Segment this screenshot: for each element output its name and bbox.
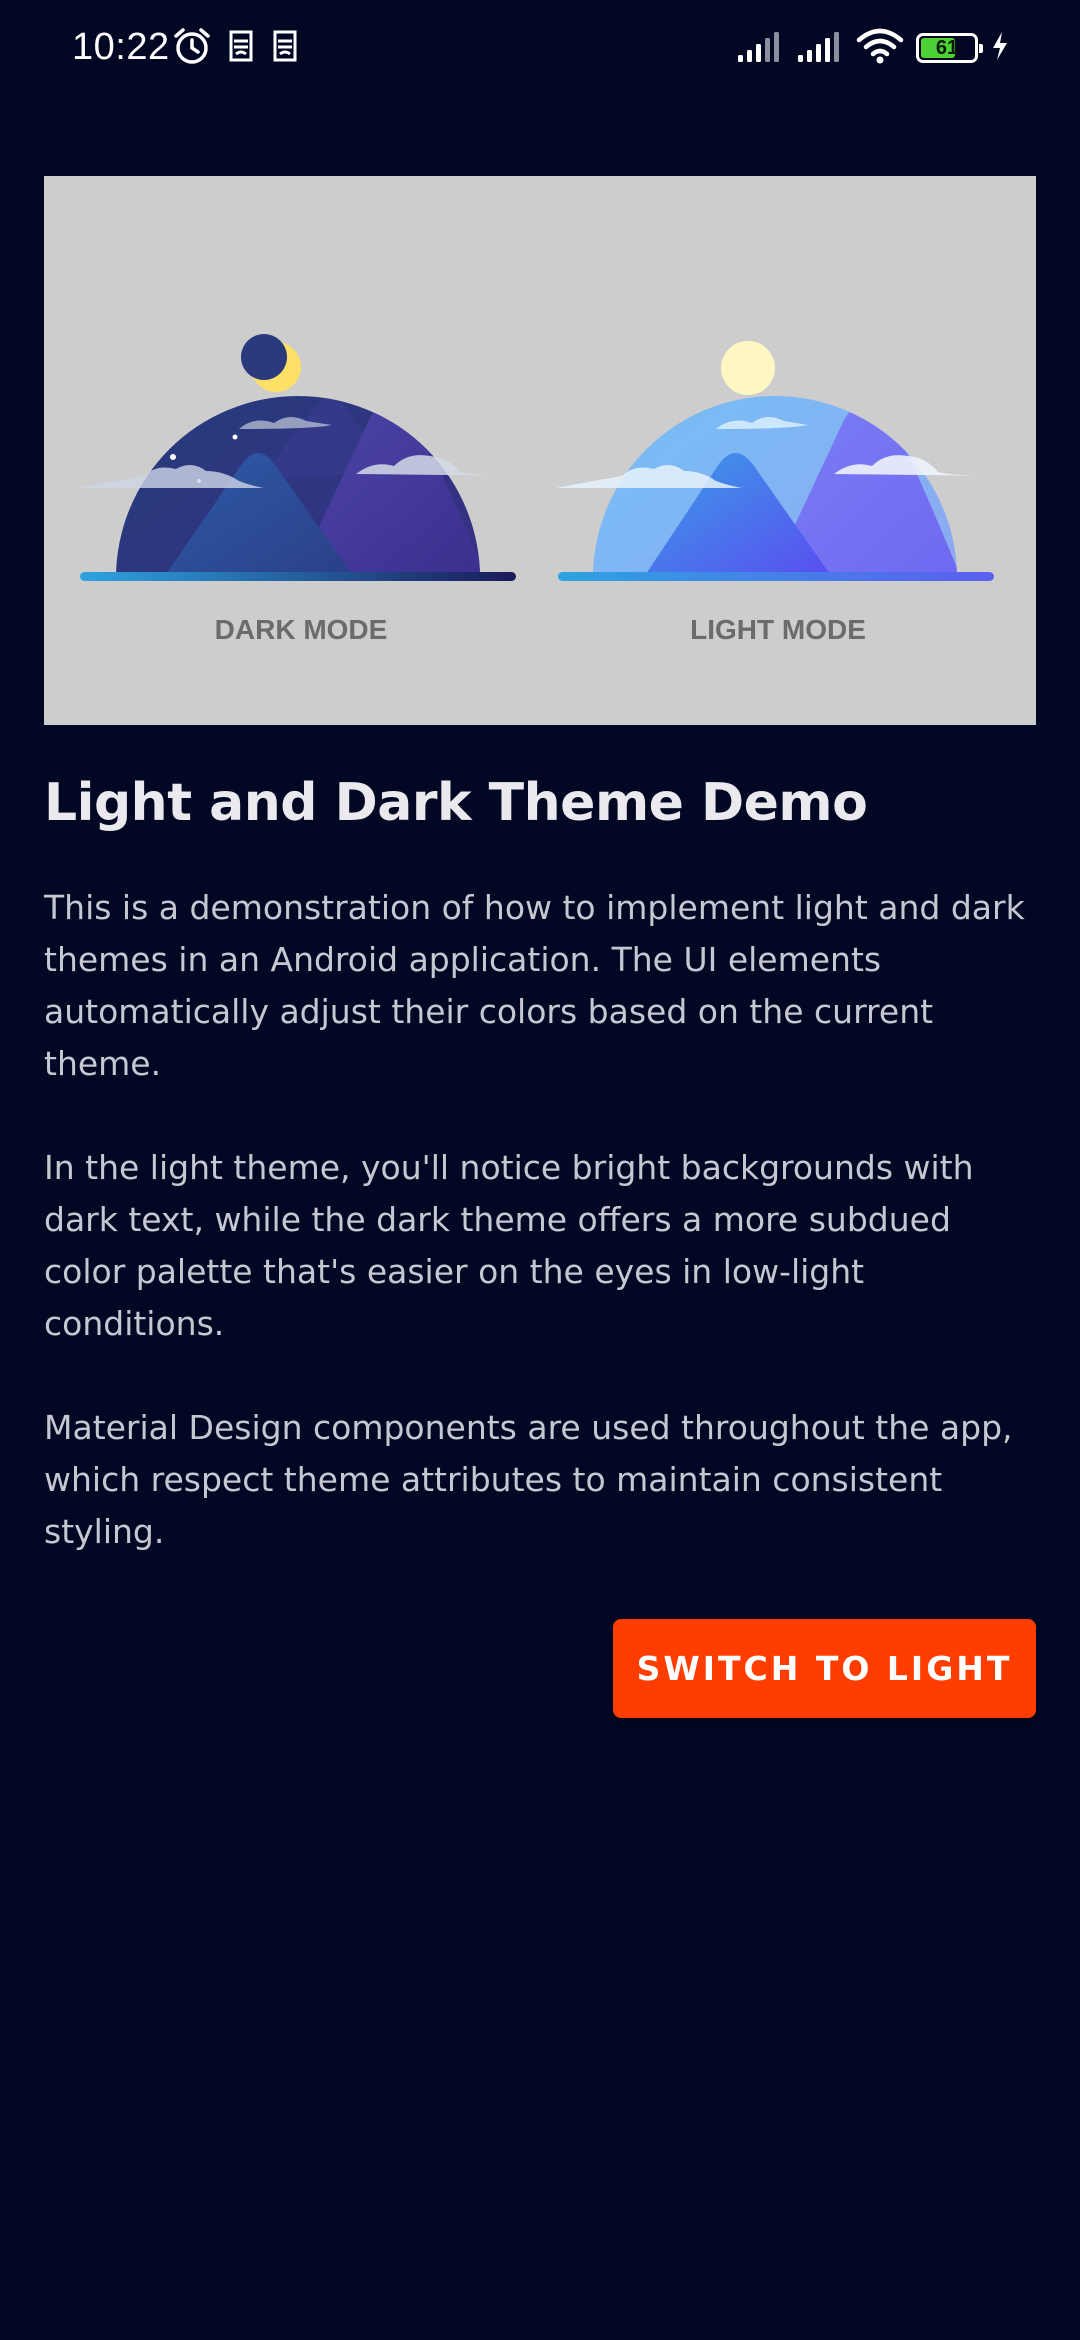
status-icons-right: 61 bbox=[736, 28, 1010, 68]
hero-illustration: DARK MODE LIGHT MODE bbox=[44, 176, 1036, 725]
battery-level: 61 bbox=[935, 37, 959, 59]
switch-theme-button[interactable]: SWITCH TO LIGHT bbox=[613, 1619, 1036, 1718]
cellular-signal-icon bbox=[736, 29, 784, 67]
cellular-signal-icon bbox=[796, 29, 844, 67]
light-mode-label: LIGHT MODE bbox=[690, 614, 866, 645]
page-title: Light and Dark Theme Demo bbox=[44, 773, 868, 833]
dark-mode-label: DARK MODE bbox=[215, 614, 388, 645]
dark-mode-illustration bbox=[79, 334, 528, 581]
battery-icon: 61 bbox=[916, 33, 983, 63]
status-bar: 10:22 61 bbox=[0, 0, 1080, 100]
alarm-icon bbox=[172, 26, 212, 70]
description-paragraph-3: Material Design components are used thro… bbox=[44, 1408, 1013, 1551]
description-paragraph-2: In the light theme, you'll notice bright… bbox=[44, 1148, 974, 1343]
light-mode-illustration bbox=[556, 341, 1006, 581]
sim-card-icon bbox=[270, 28, 300, 68]
charging-icon bbox=[990, 31, 1010, 65]
status-icons-left bbox=[172, 26, 300, 70]
description-paragraph-1: This is a demonstration of how to implem… bbox=[44, 888, 1025, 1083]
wifi-icon bbox=[856, 27, 904, 69]
sim-card-icon bbox=[226, 28, 256, 68]
status-time: 10:22 bbox=[72, 26, 170, 68]
